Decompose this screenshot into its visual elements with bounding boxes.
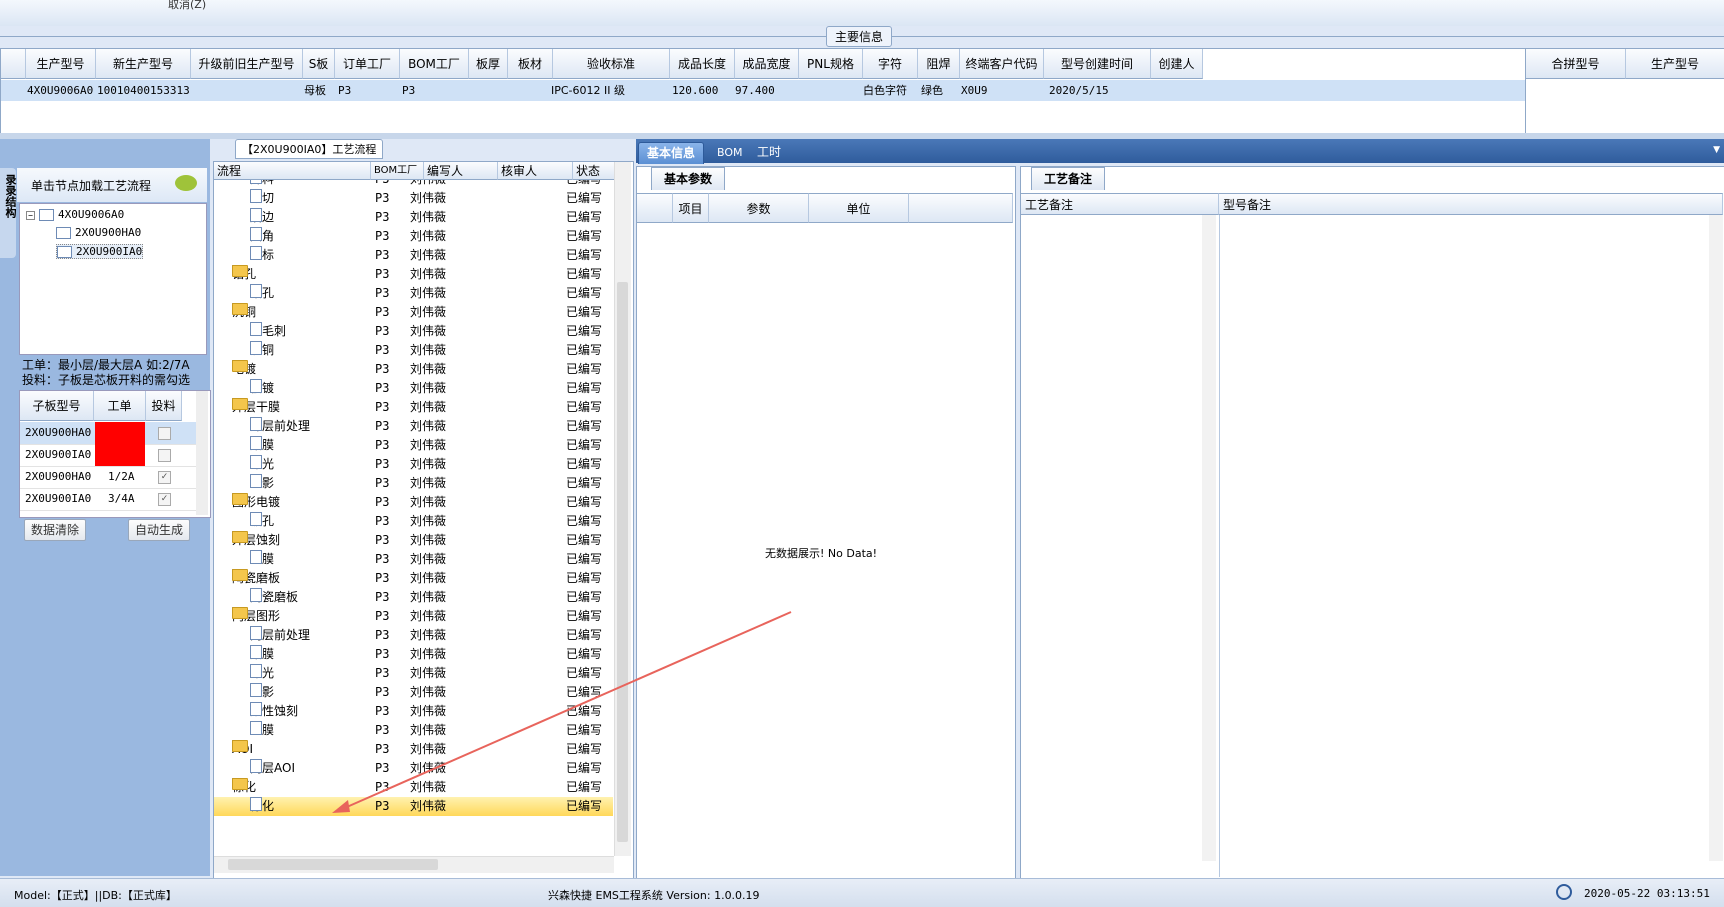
status-version: 兴森快捷 EMS工程系统 Version: 1.0.0.19	[548, 889, 760, 902]
clock-icon	[1556, 884, 1572, 900]
status-mode: Model:【正式】||DB:【正式库】	[14, 889, 177, 902]
status-time: 2020-05-22 03:13:51	[1584, 887, 1710, 900]
annotation-arrow	[332, 611, 792, 813]
status-bar: Model:【正式】||DB:【正式库】 兴森快捷 EMS工程系统 Versio…	[0, 878, 1724, 907]
